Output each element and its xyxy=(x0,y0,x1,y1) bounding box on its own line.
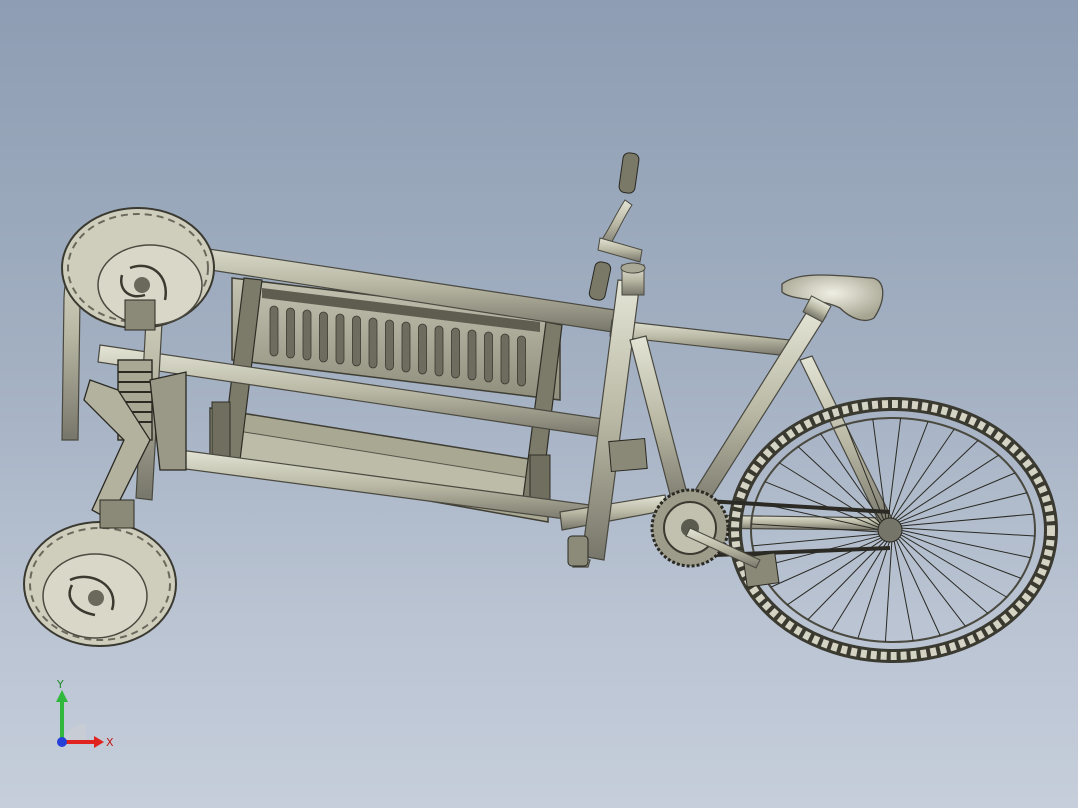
spoke xyxy=(891,428,955,521)
y-axis-head xyxy=(56,690,68,702)
front-wheel-lower[interactable] xyxy=(23,521,177,647)
cargo-slot xyxy=(286,307,295,359)
cargo-slot xyxy=(500,333,510,385)
cargo-bike-model[interactable] xyxy=(0,0,1078,808)
spoke xyxy=(899,527,1035,537)
rear-wheel[interactable] xyxy=(728,397,1058,663)
cargo-slot xyxy=(385,319,394,371)
spoke xyxy=(893,439,979,522)
handlebar[interactable] xyxy=(588,152,646,301)
cargo-slot xyxy=(418,323,427,375)
cargo-slot xyxy=(368,317,378,369)
spoke xyxy=(752,533,881,547)
cargo-slot xyxy=(302,309,312,361)
spoke xyxy=(899,531,1022,579)
cargo-slot xyxy=(517,335,526,387)
spoke xyxy=(845,424,885,522)
spoke xyxy=(896,536,966,627)
stand-foot xyxy=(567,535,589,567)
coordinate-triad: Y X xyxy=(56,680,114,749)
cargo-slot xyxy=(269,305,279,357)
y-axis-label: Y xyxy=(56,680,64,691)
spoke xyxy=(887,418,902,521)
cargo-slot xyxy=(484,331,493,383)
cargo-slot xyxy=(335,313,345,365)
suspension-assembly[interactable] xyxy=(83,299,187,529)
cargo-slot xyxy=(451,327,460,379)
spoke xyxy=(831,539,889,632)
x-axis-head xyxy=(94,736,104,748)
spoke xyxy=(857,539,891,639)
x-axis-label: X xyxy=(106,736,114,749)
spoke xyxy=(896,472,1016,524)
graphics-viewport[interactable]: Y X xyxy=(0,0,1078,808)
cargo-slot xyxy=(467,329,477,381)
cargo-slot xyxy=(434,325,444,377)
spoke xyxy=(770,536,884,588)
z-axis-dot xyxy=(57,737,67,747)
cargo-slot xyxy=(401,321,411,373)
spoke xyxy=(898,533,1007,598)
spoke xyxy=(884,539,893,642)
cargo-slot xyxy=(319,311,328,363)
spoke xyxy=(889,421,929,521)
cargo-slot xyxy=(352,315,361,367)
spoke xyxy=(899,513,1034,527)
saddle[interactable] xyxy=(781,274,884,323)
